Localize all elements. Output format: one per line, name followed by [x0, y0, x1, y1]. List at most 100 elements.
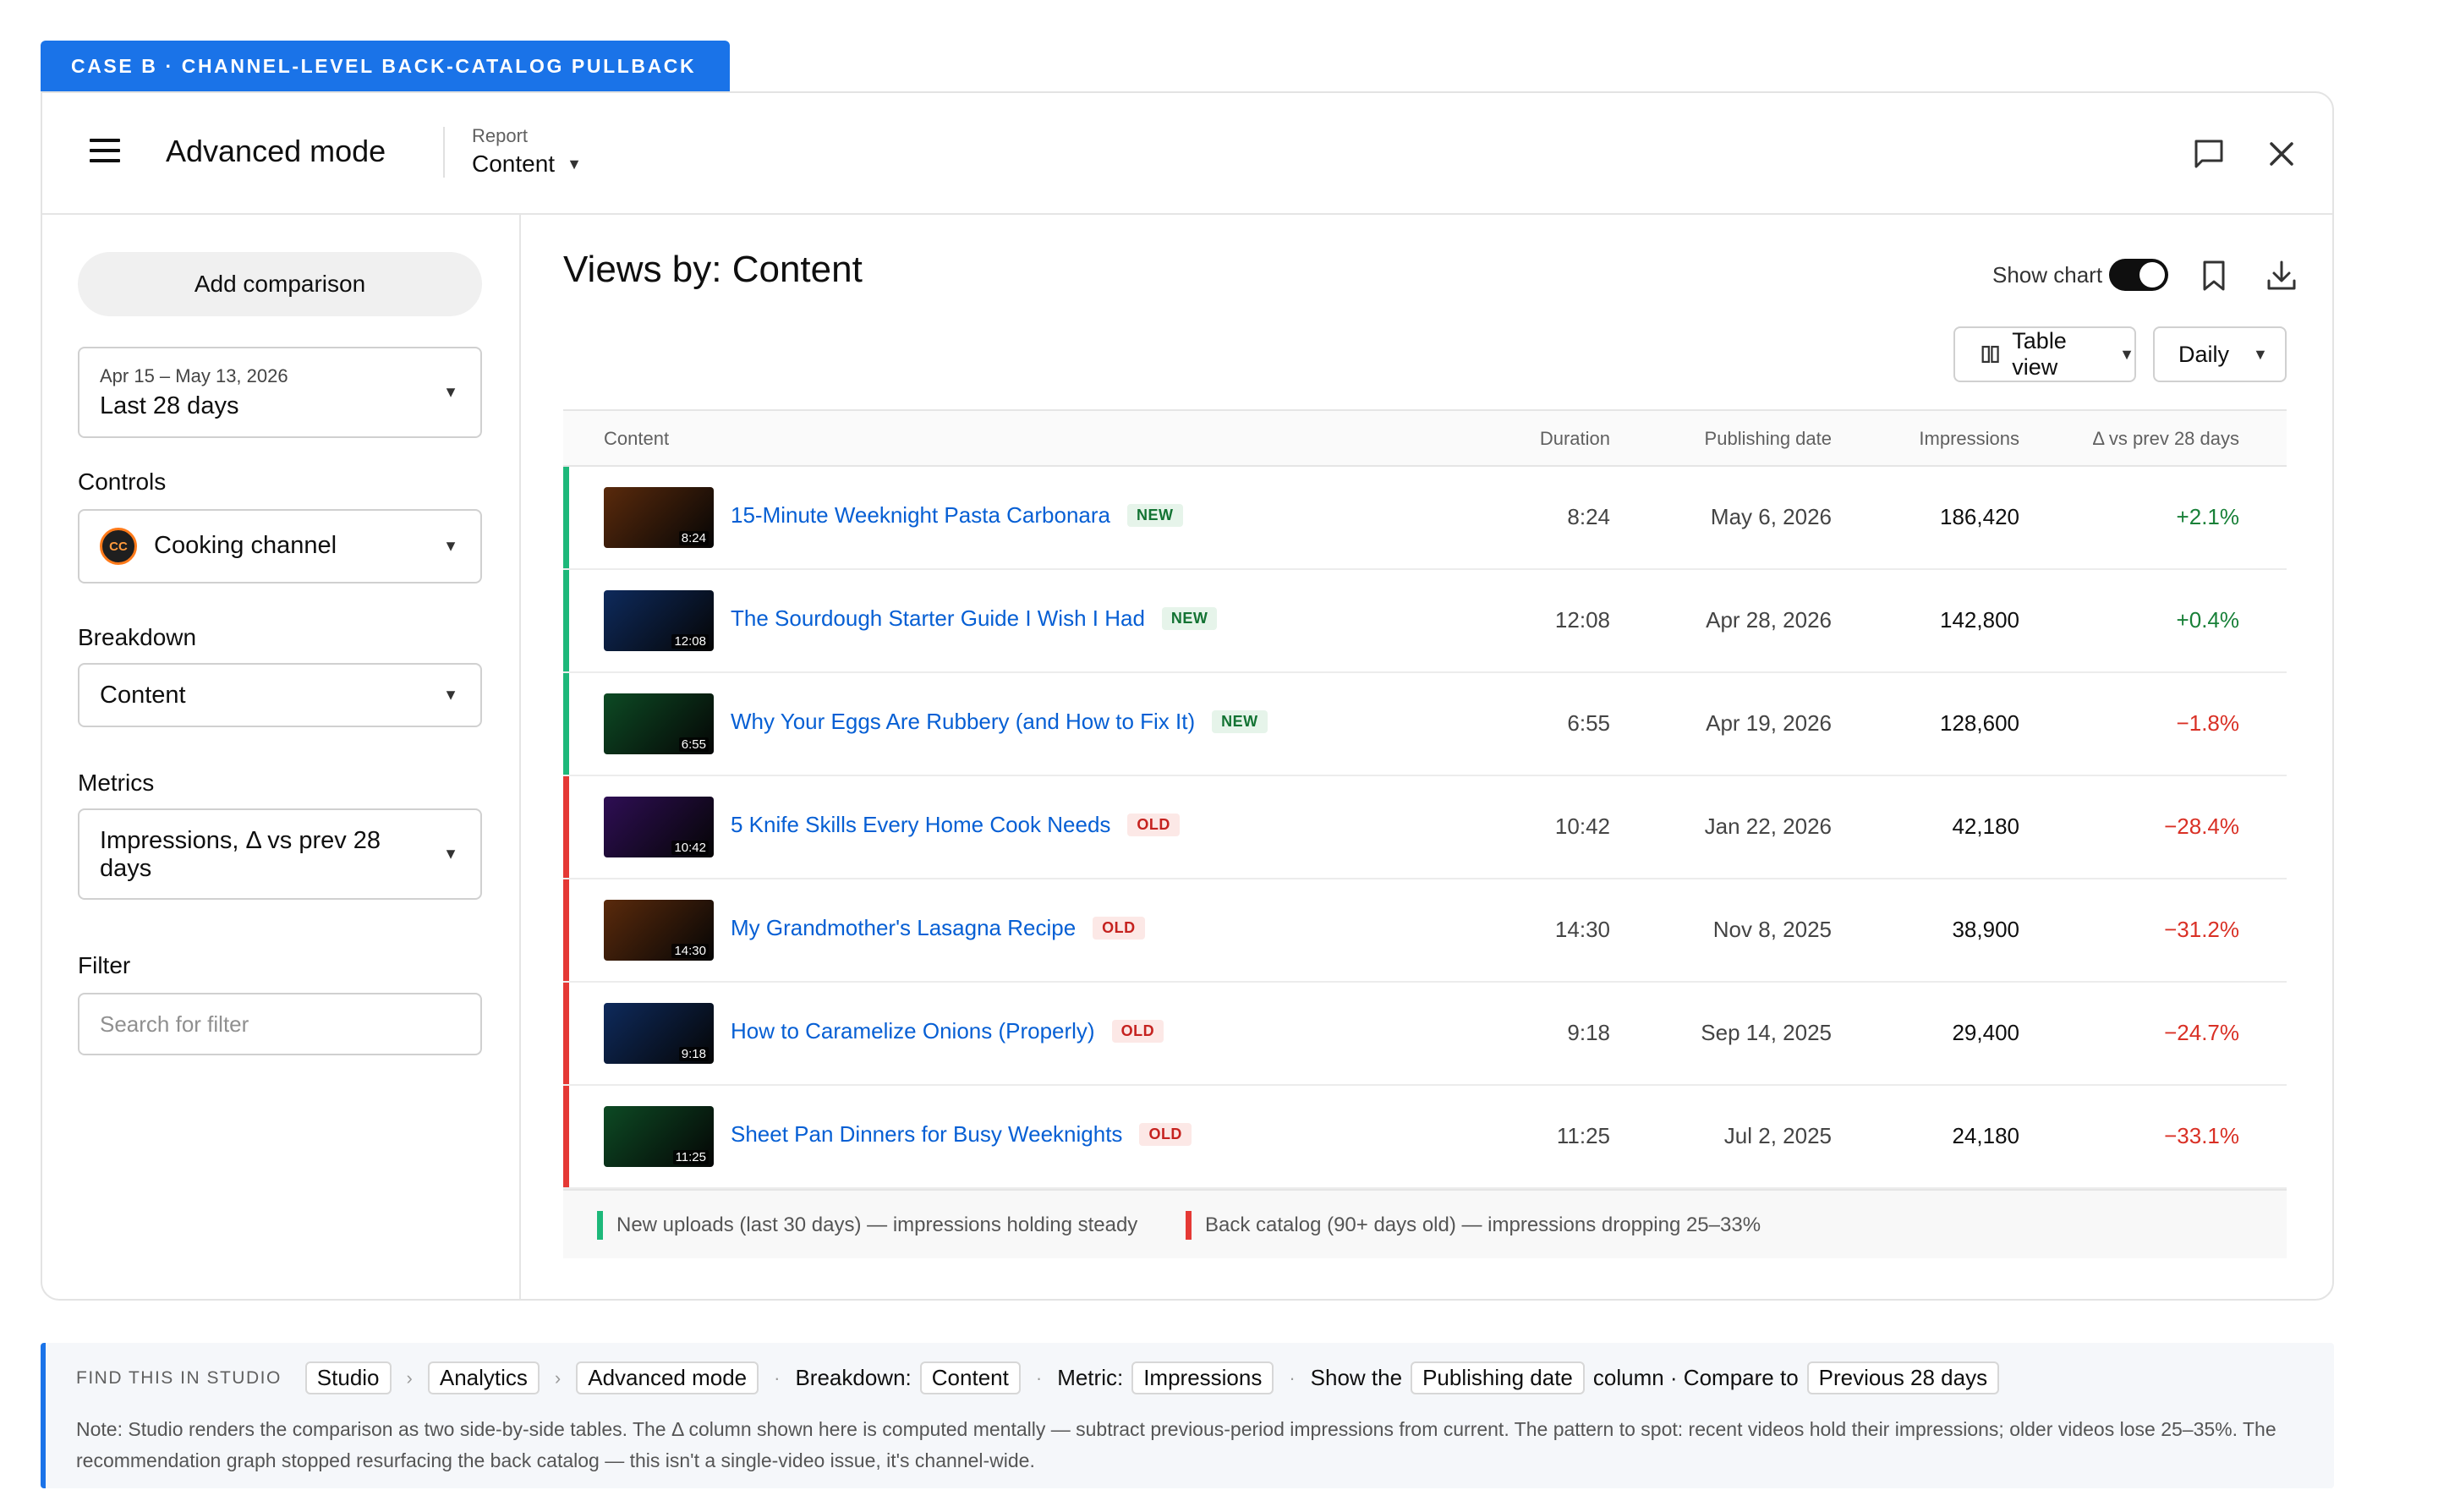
bookmark-icon[interactable]: [2199, 259, 2229, 293]
video-title-link[interactable]: How to Caramelize Onions (Properly) OLD: [731, 1018, 1164, 1044]
breakdown-text: Breakdown:: [795, 1365, 912, 1390]
caret-down-icon: ▼: [443, 845, 458, 863]
show-chart-toggle[interactable]: [2109, 259, 2168, 291]
report-value: Content: [472, 151, 556, 177]
date-range-dropdown[interactable]: Apr 15 – May 13, 2026 Last 28 days ▼: [78, 347, 482, 438]
new-badge: NEW: [1161, 607, 1218, 630]
find-in-studio-box: FIND THIS IN STUDIO Studio › Analytics ›…: [41, 1343, 2334, 1488]
table-row[interactable]: 11:25 Sheet Pan Dinners for Busy Weeknig…: [563, 1086, 2287, 1189]
legend-old: Back catalog (90+ days old) — impression…: [1186, 1211, 1761, 1240]
delta-cell: +2.1%: [2176, 504, 2239, 529]
video-thumbnail[interactable]: 14:30: [604, 900, 714, 961]
video-title-link[interactable]: 5 Knife Skills Every Home Cook Needs OLD: [731, 812, 1180, 838]
impressions-cell: 24,180: [1952, 1123, 2019, 1148]
interval-dropdown[interactable]: Daily ▼: [2153, 326, 2287, 382]
old-badge: OLD: [1139, 1123, 1192, 1146]
caret-down-icon: ▼: [2119, 345, 2134, 363]
caret-down-icon: ▼: [443, 537, 458, 555]
publishing-date-cell: Apr 19, 2026: [1706, 710, 1832, 736]
column-header-duration[interactable]: Duration: [1540, 428, 1610, 450]
add-comparison-button[interactable]: Add comparison: [78, 252, 482, 316]
duration-cell: 8:24: [1567, 504, 1610, 529]
video-thumbnail[interactable]: 8:24: [604, 487, 714, 548]
report-dropdown[interactable]: Content ▼: [472, 151, 582, 178]
video-title-link[interactable]: The Sourdough Starter Guide I Wish I Had…: [731, 605, 1218, 632]
close-icon[interactable]: [2265, 137, 2298, 171]
column-text: column · Compare to: [1592, 1365, 1799, 1390]
duration-cell: 11:25: [1556, 1123, 1610, 1148]
chevron-right-icon: ›: [406, 1367, 413, 1389]
column-header-delta[interactable]: Δ vs prev 28 days: [2092, 428, 2239, 450]
video-title: Why Your Eggs Are Rubbery (and How to Fi…: [731, 709, 1196, 734]
feedback-icon[interactable]: [2192, 137, 2226, 171]
table-row[interactable]: 8:24 15-Minute Weeknight Pasta Carbonara…: [563, 467, 2287, 570]
caret-down-icon: ▼: [443, 383, 458, 401]
column-header-publishing-date[interactable]: Publishing date: [1705, 428, 1832, 450]
find-note: Note: Studio renders the comparison as t…: [76, 1418, 2276, 1471]
dot-separator: ·: [1289, 1367, 1296, 1389]
find-path: FIND THIS IN STUDIO Studio › Analytics ›…: [76, 1361, 2000, 1394]
video-thumbnail[interactable]: 11:25: [604, 1106, 714, 1167]
back-catalog-bar: [563, 983, 569, 1084]
menu-icon[interactable]: [90, 135, 120, 166]
controls-dropdown[interactable]: CC Cooking channel ▼: [78, 509, 482, 583]
column-header-content[interactable]: Content: [604, 428, 669, 450]
video-thumbnail[interactable]: 6:55: [604, 693, 714, 754]
back-catalog-bar: [563, 776, 569, 878]
filter-label: Filter: [78, 952, 131, 978]
metrics-dropdown[interactable]: Impressions, Δ vs prev 28 days ▼: [78, 808, 482, 900]
video-title-link[interactable]: Sheet Pan Dinners for Busy Weeknights OL…: [731, 1121, 1192, 1148]
main-content: Views by: Content Show chart Table view …: [523, 215, 2332, 1299]
column-header-impressions[interactable]: Impressions: [1919, 428, 2019, 450]
back-catalog-bar: [563, 879, 569, 981]
video-title: Sheet Pan Dinners for Busy Weeknights: [731, 1121, 1123, 1147]
video-thumbnail[interactable]: 10:42: [604, 797, 714, 857]
new-badge: NEW: [1127, 504, 1183, 527]
interval-label: Daily: [2178, 341, 2230, 367]
video-thumbnail[interactable]: 9:18: [604, 1003, 714, 1064]
video-title: The Sourdough Starter Guide I Wish I Had: [731, 605, 1145, 631]
table-row[interactable]: 9:18 How to Caramelize Onions (Properly)…: [563, 983, 2287, 1086]
download-icon[interactable]: [2265, 259, 2298, 293]
duration-cell: 10:42: [1554, 814, 1610, 839]
delta-cell: −1.8%: [2176, 710, 2239, 736]
toggle-knob: [2139, 262, 2165, 288]
legend-swatch-old: [1186, 1211, 1192, 1240]
table-columns-icon: [1981, 345, 1999, 364]
new-badge: NEW: [1212, 710, 1268, 733]
divider: [443, 127, 445, 178]
publishing-date-cell: Apr 28, 2026: [1706, 607, 1832, 633]
video-thumbnail[interactable]: 12:08: [604, 590, 714, 651]
publishing-date-cell: Sep 14, 2025: [1701, 1020, 1832, 1045]
breakdown-label: Breakdown: [78, 624, 197, 650]
video-title-link[interactable]: 15-Minute Weeknight Pasta Carbonara NEW: [731, 502, 1183, 529]
legend-new: New uploads (last 30 days) — impressions…: [597, 1211, 1137, 1240]
app-title: Advanced mode: [166, 134, 386, 168]
video-title: 5 Knife Skills Every Home Cook Needs: [731, 812, 1111, 837]
publishing-date-cell: Jul 2, 2025: [1723, 1123, 1832, 1148]
video-title-link[interactable]: Why Your Eggs Are Rubbery (and How to Fi…: [731, 709, 1268, 735]
impressions-cell: 29,400: [1952, 1020, 2019, 1045]
impressions-cell: 128,600: [1940, 710, 2019, 736]
duration-cell: 14:30: [1554, 917, 1610, 942]
table-row[interactable]: 10:42 5 Knife Skills Every Home Cook Nee…: [563, 776, 2287, 879]
table-legend: New uploads (last 30 days) — impressions…: [563, 1189, 2287, 1258]
caret-down-icon: ▼: [567, 155, 582, 173]
duration-cell: 6:55: [1567, 710, 1610, 736]
video-title: My Grandmother's Lasagna Recipe: [731, 915, 1077, 940]
breakdown-dropdown[interactable]: Content ▼: [78, 663, 482, 727]
table-row[interactable]: 6:55 Why Your Eggs Are Rubbery (and How …: [563, 673, 2287, 776]
publishing-date-cell: Nov 8, 2025: [1712, 917, 1832, 942]
thumbnail-duration: 8:24: [678, 531, 709, 545]
channel-avatar: CC: [100, 528, 137, 565]
filter-search-input[interactable]: [78, 993, 482, 1055]
duration-cell: 12:08: [1554, 607, 1610, 633]
thumbnail-duration: 12:08: [671, 634, 709, 649]
metrics-value: Impressions, Δ vs prev 28 days: [100, 827, 381, 882]
find-label: FIND THIS IN STUDIO: [76, 1367, 282, 1388]
table-view-dropdown[interactable]: Table view ▼: [1953, 326, 2136, 382]
table-row[interactable]: 12:08 The Sourdough Starter Guide I Wish…: [563, 570, 2287, 673]
table-row[interactable]: 14:30 My Grandmother's Lasagna Recipe OL…: [563, 879, 2287, 983]
video-title-link[interactable]: My Grandmother's Lasagna Recipe OLD: [731, 915, 1145, 941]
metrics-label: Metrics: [78, 770, 155, 796]
